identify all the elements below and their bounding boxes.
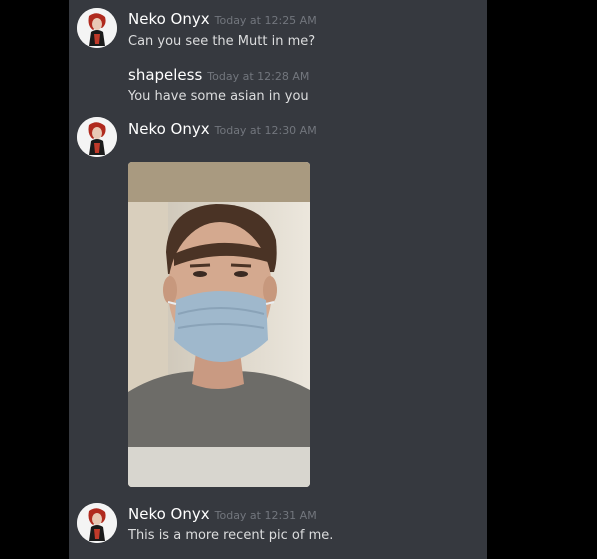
author-name[interactable]: Neko Onyx [128,120,210,138]
chat-message-list: Neko Onyx Today at 12:25 AM Can you see t… [69,0,487,559]
message-group: Neko Onyx Today at 12:30 AM [69,0,487,500]
image-attachment[interactable] [128,162,310,487]
message-author[interactable]: Neko Onyx Today at 12:31 AM [128,505,317,523]
user-avatar[interactable] [77,117,117,157]
message-timestamp: Today at 12:30 AM [214,124,317,137]
user-avatar[interactable] [77,503,117,543]
message-timestamp: Today at 12:31 AM [214,509,317,522]
message-group: Neko Onyx Today at 12:31 AM This is a mor… [69,498,487,559]
message-text: This is a more recent pic of me. [128,528,334,543]
author-name[interactable]: Neko Onyx [128,505,210,523]
message-author[interactable]: Neko Onyx Today at 12:30 AM [128,120,317,138]
